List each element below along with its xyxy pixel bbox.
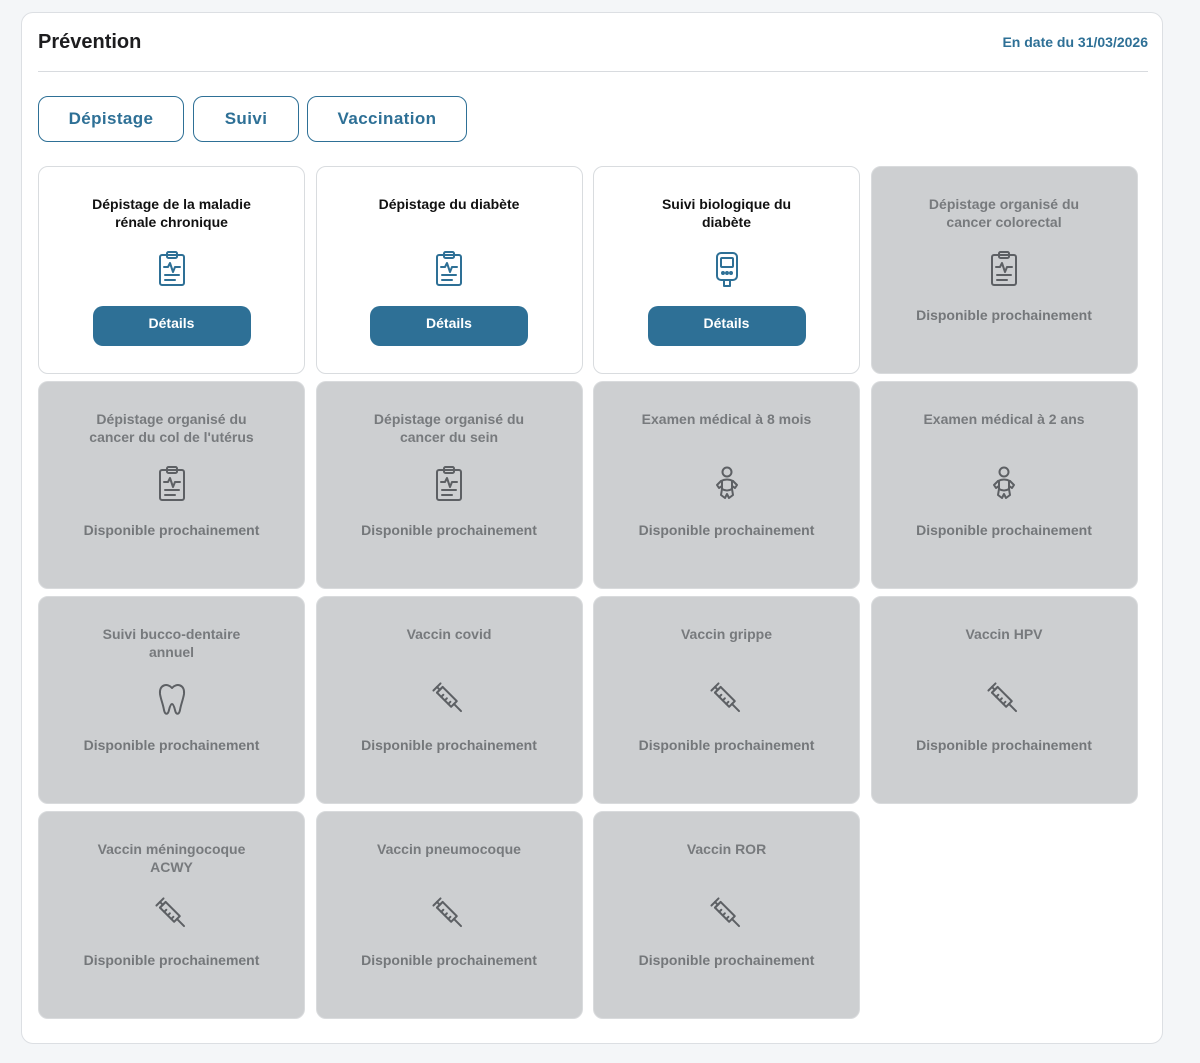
- prevention-card[interactable]: Dépistage de la maladie rénale chronique…: [38, 166, 305, 374]
- availability-status: Disponible prochainement: [638, 737, 815, 753]
- details-button[interactable]: Détails: [370, 306, 528, 346]
- details-button[interactable]: Détails: [647, 306, 806, 346]
- card-title: Dépistage organisé du cancer du sein: [373, 411, 525, 445]
- clipboard-pulse-icon: [155, 465, 189, 503]
- syringe-icon: [154, 895, 189, 933]
- prevention-card: Vaccin ROR Disponible prochainement: [593, 811, 860, 1019]
- prevention-panel: Prévention En date du 31/03/2026 Dépista…: [21, 12, 1163, 1044]
- availability-status: Disponible prochainement: [916, 737, 1092, 753]
- card-title: Vaccin grippe: [680, 626, 773, 642]
- prevention-card[interactable]: Dépistage du diabète Détails: [315, 166, 583, 374]
- card-title: Vaccin méningocoque ACWY: [97, 841, 246, 875]
- card-title: Examen médical à 8 mois: [641, 411, 812, 427]
- card-title: Dépistage organisé du cancer colorectal: [928, 196, 1080, 230]
- card-title: Vaccin ROR: [686, 841, 767, 857]
- availability-status: Disponible prochainement: [638, 952, 815, 968]
- card-title: Dépistage du diabète: [378, 196, 520, 212]
- card-title: Vaccin pneumocoque: [377, 841, 521, 857]
- prevention-card: Vaccin méningocoque ACWY Disponible proch…: [38, 811, 305, 1019]
- as-of-date: En date du 31/03/2026: [1002, 34, 1148, 50]
- card-title: Suivi bucco-dentaire annuel: [102, 626, 241, 660]
- prevention-card: Suivi bucco-dentaire annuel Disponible pr…: [38, 596, 305, 804]
- prevention-card: Vaccin HPV Disponible prochainement: [870, 596, 1138, 804]
- tab-vaccination[interactable]: Vaccination: [307, 96, 467, 142]
- card-title: Dépistage organisé du cancer du col de l…: [89, 411, 254, 445]
- availability-status: Disponible prochainement: [638, 522, 815, 538]
- syringe-icon: [432, 895, 466, 933]
- card-title: Vaccin covid: [406, 626, 492, 642]
- prevention-card: Vaccin pneumocoque Disponible prochaineme…: [315, 811, 583, 1019]
- baby-icon: [987, 465, 1021, 503]
- syringe-icon: [709, 680, 744, 718]
- availability-status: Disponible prochainement: [83, 522, 260, 538]
- card-title: Vaccin HPV: [965, 626, 1043, 642]
- availability-status: Disponible prochainement: [361, 952, 537, 968]
- card-title: Dépistage de la maladie rénale chronique: [92, 196, 251, 230]
- availability-status: Disponible prochainement: [916, 307, 1092, 323]
- availability-status: Disponible prochainement: [361, 522, 537, 538]
- page-title: Prévention: [38, 31, 142, 53]
- prevention-card: Dépistage organisé du cancer du col de l…: [38, 381, 305, 589]
- clipboard-pulse-icon: [432, 250, 466, 288]
- tooth-icon: [155, 680, 189, 718]
- prevention-card: Examen médical à 2 ans Disponible prochai…: [870, 381, 1138, 589]
- availability-status: Disponible prochainement: [916, 522, 1092, 538]
- tab-suivi[interactable]: Suivi: [193, 96, 299, 142]
- syringe-icon: [987, 680, 1021, 718]
- prevention-card-grid: Dépistage de la maladie rénale chronique…: [38, 166, 1138, 1019]
- prevention-card: Vaccin grippe Disponible prochainement: [593, 596, 860, 804]
- prevention-card: Dépistage organisé du cancer colorectal D…: [870, 166, 1138, 374]
- baby-icon: [710, 465, 744, 503]
- card-title: Examen médical à 2 ans: [923, 411, 1085, 427]
- details-button[interactable]: Détails: [92, 306, 251, 346]
- prevention-card: Vaccin covid Disponible prochainement: [315, 596, 583, 804]
- tab-depistage[interactable]: Dépistage: [38, 96, 184, 142]
- glucometer-icon: [710, 250, 744, 288]
- clipboard-pulse-icon: [155, 250, 189, 288]
- syringe-icon: [432, 680, 466, 718]
- prevention-card[interactable]: Suivi biologique du diabète Détails: [593, 166, 860, 374]
- clipboard-pulse-icon: [432, 465, 466, 503]
- prevention-card: Examen médical à 8 mois Disponible procha…: [593, 381, 860, 589]
- availability-status: Disponible prochainement: [361, 737, 537, 753]
- availability-status: Disponible prochainement: [83, 737, 260, 753]
- card-title: Suivi biologique du diabète: [661, 196, 792, 230]
- panel-header: Prévention En date du 31/03/2026: [38, 30, 1148, 72]
- availability-status: Disponible prochainement: [83, 952, 260, 968]
- clipboard-pulse-icon: [987, 250, 1021, 288]
- syringe-icon: [709, 895, 744, 933]
- prevention-card: Dépistage organisé du cancer du sein Disp…: [315, 381, 583, 589]
